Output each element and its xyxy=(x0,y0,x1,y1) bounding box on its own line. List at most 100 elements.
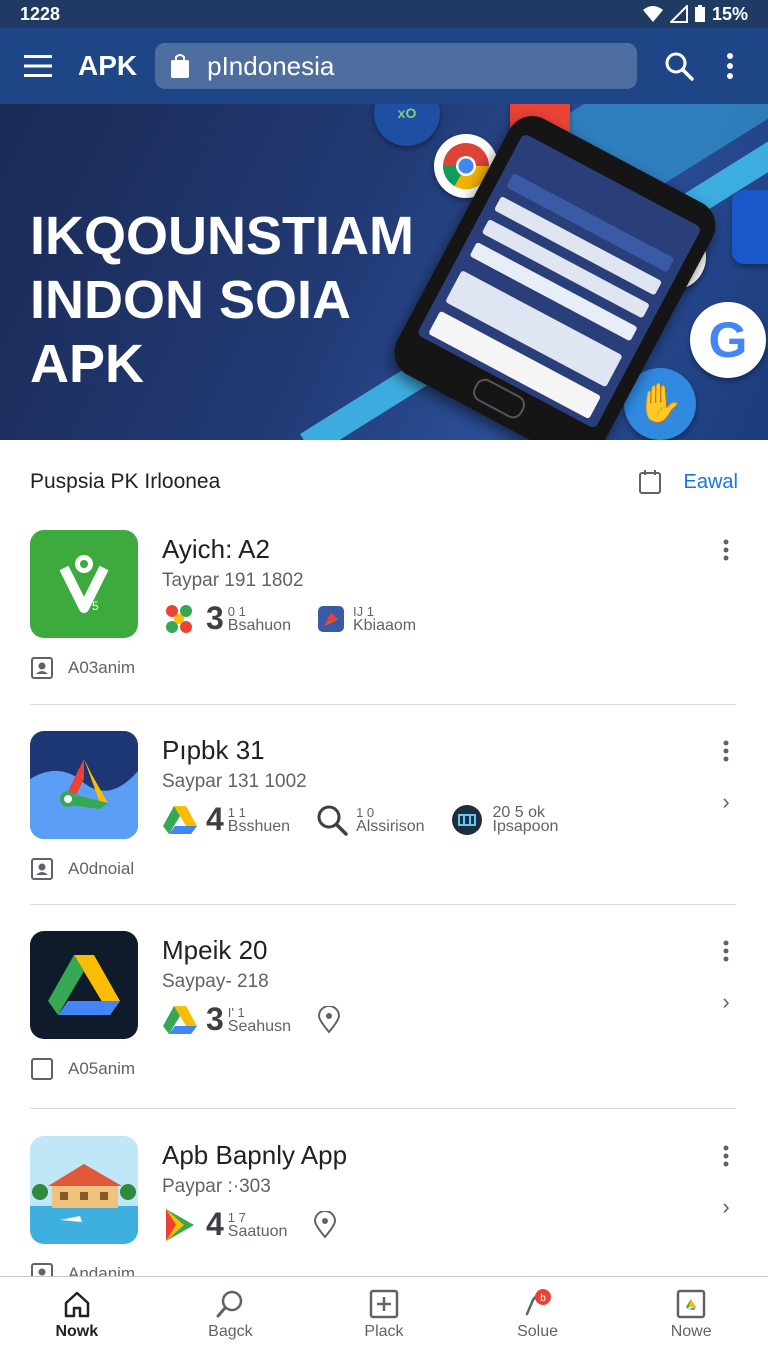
banner-headline: IKQOUNSTIAM INDON SOIA APK xyxy=(30,204,414,396)
overflow-menu-button[interactable] xyxy=(715,44,745,88)
item-meta: A0dnoial xyxy=(30,857,134,881)
stat-label: Bsshuen xyxy=(227,817,291,835)
app-bubble-icon xyxy=(732,190,768,264)
nav-label: Bagck xyxy=(208,1323,253,1340)
stat-label: Bsahuon xyxy=(227,616,291,634)
drive-icon xyxy=(163,805,197,834)
play-icon xyxy=(166,1208,194,1241)
add-box-icon xyxy=(367,1287,401,1321)
location-icon xyxy=(314,1210,337,1239)
battery-percent: 15% xyxy=(711,3,748,24)
chevron-right-icon[interactable]: › xyxy=(714,987,738,1017)
checkbox-icon[interactable] xyxy=(30,1057,54,1081)
house-icon xyxy=(30,1136,138,1244)
banner-headline-line: APK xyxy=(30,334,145,394)
stat-label: Kbiaaom xyxy=(352,616,417,634)
search-query: pIndonesia xyxy=(207,50,335,81)
list-item[interactable]: Mpeik 20 Saypay- 218 3 I' 1 Seahusn › A05… xyxy=(30,931,738,1131)
notification-icon: b xyxy=(521,1287,555,1321)
more-vert-icon xyxy=(723,940,729,962)
svg-text:5: 5 xyxy=(92,599,99,613)
stat: 4 1 7 Saatuon xyxy=(162,1206,287,1243)
hamburger-icon xyxy=(24,55,52,77)
search-button[interactable] xyxy=(657,44,701,88)
status-time: 1228 xyxy=(20,3,61,24)
divider xyxy=(30,904,736,905)
stat: 4 1 1 Bsshuen xyxy=(162,801,290,838)
stat: 1 0 Alssirison xyxy=(316,804,425,836)
stat: IJ 1 Kbiaaom xyxy=(317,604,417,634)
stat-label: Alssirison xyxy=(356,817,425,835)
more-vert-icon xyxy=(727,53,734,79)
item-menu-button[interactable] xyxy=(714,530,738,570)
app-bar: APK pIndonesia xyxy=(0,28,768,104)
stat: 3 I' 1 Seahusn xyxy=(162,1001,291,1038)
nav-label: Plack xyxy=(364,1323,404,1340)
promo-banner[interactable]: xO G ✋ IKQOUNSTIAM INDON SOIA APK xyxy=(0,104,768,440)
stat-label: Ipsapoon xyxy=(492,817,559,835)
shopping-bag-icon xyxy=(171,54,190,78)
stat: 3 0 1 Bsahuon xyxy=(162,600,291,637)
item-meta-text: A0dnoial xyxy=(68,859,135,878)
wifi-icon xyxy=(642,6,663,22)
item-meta: A03anim xyxy=(30,656,135,680)
nav-label: Nowk xyxy=(55,1323,99,1340)
item-menu-button[interactable] xyxy=(714,1136,738,1176)
more-vert-icon xyxy=(723,740,729,762)
search-icon xyxy=(665,52,694,81)
stat-value: 3 xyxy=(206,600,224,636)
app-name: Apb Bapnly App xyxy=(162,1140,348,1170)
nav-item-search[interactable]: Bagck xyxy=(154,1277,308,1345)
more-vert-icon xyxy=(723,539,729,561)
flower-icon xyxy=(166,604,192,633)
item-menu-button[interactable] xyxy=(714,731,738,771)
divider xyxy=(30,1108,736,1109)
stat-label: Saatuon xyxy=(227,1222,288,1240)
app-title: APK xyxy=(78,50,138,81)
drive-dark-icon xyxy=(30,931,138,1039)
chevron-right-icon[interactable]: › xyxy=(714,787,738,817)
google-icon: G xyxy=(690,302,766,378)
chevron-right-icon[interactable]: › xyxy=(714,1192,738,1222)
green-app-icon: 5 xyxy=(30,530,138,638)
status-bar: 1228 15% xyxy=(0,0,768,28)
app-stats: 3 0 1 Bsahuon IJ 1 Kbiaaom xyxy=(162,600,442,637)
svg-text:b: b xyxy=(540,1293,546,1304)
nav-item-notifications[interactable]: b Solue xyxy=(461,1277,615,1345)
stat-value: 3 xyxy=(206,1001,224,1037)
drive-wave-icon xyxy=(30,731,138,839)
item-meta-text: A05anim xyxy=(68,1059,136,1078)
search-input[interactable]: pIndonesia xyxy=(155,43,638,89)
app-subtitle: Saypar 131 1002 xyxy=(162,771,307,792)
compass-icon xyxy=(317,605,344,632)
nav-item-apps[interactable]: Nowe xyxy=(614,1277,768,1345)
list-item[interactable]: 5 Ayich: A2 Taypar 191 1802 3 0 1 Bsahuon… xyxy=(30,530,738,730)
signal-icon xyxy=(669,5,688,23)
app-subtitle: Paypar :·303 xyxy=(162,1176,271,1197)
more-vert-icon xyxy=(723,1145,729,1167)
search-icon xyxy=(213,1287,247,1321)
app-name: Pıpbk 31 xyxy=(162,735,265,765)
drive-icon xyxy=(163,1005,197,1034)
app-stats: 3 I' 1 Seahusn xyxy=(162,1001,367,1038)
banner-headline-line: INDON SOIA xyxy=(30,270,352,330)
bottom-navigation: Nowk Bagck Plack b Solue Nowe xyxy=(0,1276,768,1345)
apps-icon xyxy=(674,1287,708,1321)
calendar-icon xyxy=(638,470,661,494)
list-item[interactable]: Pıpbk 31 Saypar 131 1002 4 1 1 Bsshuen 1 … xyxy=(30,731,738,931)
app-subtitle: Taypar 191 1802 xyxy=(162,570,304,591)
item-meta: A05anim xyxy=(30,1057,135,1081)
nav-label: Nowe xyxy=(670,1323,712,1340)
section-link[interactable]: Eawal xyxy=(684,471,738,494)
menu-button[interactable] xyxy=(18,46,58,86)
item-menu-button[interactable] xyxy=(714,931,738,971)
banner-headline-line: IKQOUNSTIAM xyxy=(30,206,414,266)
section-header: Puspsia PK Irloonea Eawal xyxy=(30,460,738,504)
calendar-button[interactable] xyxy=(628,460,672,504)
divider xyxy=(30,704,736,705)
nav-item-home[interactable]: Nowk xyxy=(0,1277,154,1345)
stat: 20 5 ok Ipsapoon xyxy=(451,804,559,836)
section-title: Puspsia PK Irloonea xyxy=(30,470,221,493)
item-meta-text: A03anim xyxy=(68,658,136,677)
nav-item-add[interactable]: Plack xyxy=(307,1277,461,1345)
